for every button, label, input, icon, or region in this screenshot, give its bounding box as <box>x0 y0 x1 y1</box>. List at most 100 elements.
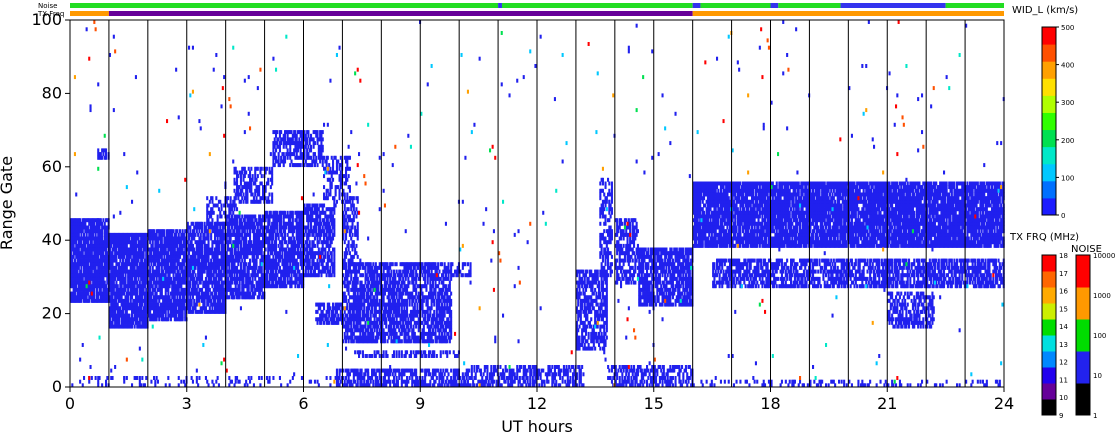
echo-cell <box>102 152 105 157</box>
echo-cell <box>243 229 246 234</box>
echo-cell <box>363 309 366 314</box>
echo-cell <box>312 137 315 142</box>
echo-cell <box>332 163 335 168</box>
echo-cell <box>167 287 170 292</box>
echo-cell <box>320 152 323 157</box>
echo-cell <box>271 174 274 179</box>
echo-cell <box>114 309 117 314</box>
echo-cell <box>238 295 241 300</box>
echo-cell <box>207 232 210 237</box>
noise-bar-segment <box>501 3 693 8</box>
echo-cell <box>323 174 326 179</box>
echo-cell <box>350 229 353 234</box>
echo-cell <box>277 232 280 237</box>
echo-cell <box>282 152 285 157</box>
echo-cell <box>320 320 323 325</box>
echo-cell <box>246 188 249 193</box>
echo-cell <box>326 251 329 256</box>
echo-cell <box>321 243 324 248</box>
echo-cell <box>243 258 246 263</box>
echo-cell <box>356 221 359 226</box>
echo-cell <box>243 265 246 270</box>
echo-cell <box>72 254 75 259</box>
echo-cell <box>307 221 310 226</box>
echo-cell <box>190 302 193 307</box>
echo-cell <box>97 254 100 259</box>
echo-cell <box>207 203 210 208</box>
echo-cell <box>361 328 364 333</box>
echo-cell <box>352 207 355 212</box>
echo-cell <box>238 258 241 263</box>
echo-cell <box>97 148 100 153</box>
echo-cell <box>289 148 292 153</box>
echo-cell <box>115 280 118 285</box>
echo-cell <box>329 306 332 311</box>
echo-cell <box>330 273 333 278</box>
echo-cell <box>246 254 249 259</box>
echo-cell <box>217 247 220 252</box>
echo-cell <box>134 240 137 245</box>
echo-cell <box>72 243 75 248</box>
echo-cell <box>252 196 255 201</box>
echo-cell <box>333 254 336 259</box>
echo-cell <box>149 240 152 245</box>
echo-cell <box>350 320 353 325</box>
echo-cell <box>295 152 298 157</box>
echo-cell <box>230 280 233 285</box>
echo-cell <box>230 247 233 252</box>
echo-cell <box>194 254 197 259</box>
echo-cell <box>86 225 89 230</box>
echo-cell <box>343 196 346 201</box>
echo-cell <box>210 276 213 281</box>
echo-cell <box>154 262 157 267</box>
echo-cell <box>158 265 161 270</box>
echo-cell <box>86 240 89 245</box>
echo-cell <box>150 262 153 267</box>
echo-cell <box>329 225 332 230</box>
echo-cell <box>94 265 97 270</box>
echo-cell <box>123 254 126 259</box>
echo-cell <box>250 185 253 190</box>
echo-cell <box>194 273 197 278</box>
echo-cell <box>239 265 242 270</box>
echo-cell <box>308 262 311 267</box>
echo-cell <box>80 298 83 303</box>
echo-cell <box>328 320 331 325</box>
echo-cell <box>259 291 262 296</box>
echo-cell <box>136 287 139 292</box>
echo-cell <box>164 247 167 252</box>
echo-cell <box>198 291 201 296</box>
echo-cell <box>251 174 254 179</box>
echo-cell <box>212 210 215 215</box>
echo-cell <box>233 177 236 182</box>
echo-cell <box>311 265 314 270</box>
echo-cell <box>343 240 346 245</box>
echo-cell <box>216 214 219 219</box>
echo-cell <box>313 163 316 168</box>
echo-cell <box>343 280 346 285</box>
echo-cell <box>111 251 114 256</box>
echo-cell <box>361 273 364 278</box>
echo-cell <box>101 221 104 226</box>
echo-cell <box>151 284 154 289</box>
echo-cell <box>93 287 96 292</box>
echo-cell <box>308 141 311 146</box>
echo-cell <box>312 232 315 237</box>
echo-cell <box>134 247 137 252</box>
echo-cell <box>286 133 289 138</box>
echo-cell <box>284 276 287 281</box>
echo-cell <box>211 207 214 212</box>
echo-cell <box>300 144 303 149</box>
echo-cell <box>112 287 115 292</box>
echo-cell <box>297 247 300 252</box>
echo-cell <box>316 243 319 248</box>
echo-cell <box>189 225 192 230</box>
echo-cell <box>260 221 263 226</box>
echo-cell <box>246 229 249 234</box>
echo-cell <box>323 203 326 208</box>
echo-cell <box>210 236 213 241</box>
echo-cell <box>280 214 283 219</box>
echo-cell <box>313 152 316 157</box>
echo-cell <box>99 152 102 157</box>
echo-cell <box>333 218 336 223</box>
